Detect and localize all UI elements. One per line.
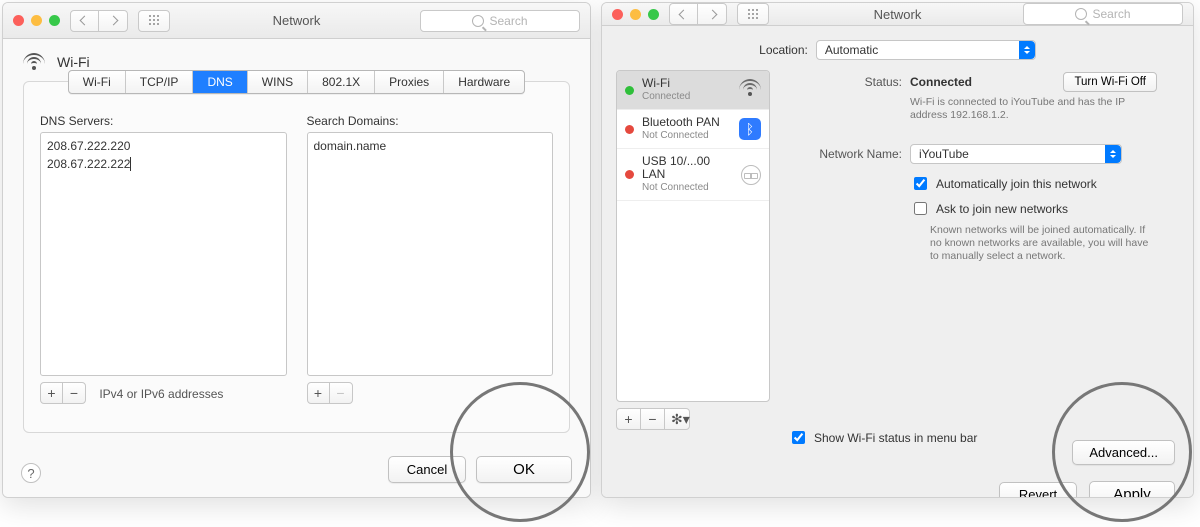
dns-hint: IPv4 or IPv6 addresses [99,387,223,401]
wifi-icon [739,79,761,101]
tab-wifi[interactable]: Wi-Fi [69,71,126,93]
tab-wins[interactable]: WINS [248,71,308,93]
status-dot-icon [625,86,634,95]
service-list[interactable]: Wi-FiConnectedBluetooth PANNot Connected… [616,70,770,402]
advanced-button[interactable]: Advanced... [1072,440,1175,465]
dns-add-remove: + − [40,382,86,404]
close-icon[interactable] [13,15,24,26]
sd-remove-button[interactable]: − [330,383,352,403]
service-name: Wi-Fi [642,77,731,90]
network-name-label: Network Name: [790,144,902,161]
ask-join-hint: Known networks will be joined automatica… [930,224,1157,263]
service-add-button[interactable]: + [617,409,641,429]
help-button[interactable]: ? [21,463,41,483]
zoom-icon[interactable] [49,15,60,26]
close-icon[interactable] [612,9,623,20]
search-placeholder: Search [489,14,527,28]
ask-join-label: Ask to join new networks [936,202,1068,216]
titlebar: Network Search [3,3,590,39]
service-status: Connected [642,90,731,103]
location-value: Automatic [825,43,878,57]
window-network-advanced: Network Search Wi-Fi Wi-FiTCP/IPDNSWINS8… [2,2,591,498]
search-domains-label: Search Domains: [307,114,554,128]
forward-button[interactable] [698,4,726,24]
minimize-icon[interactable] [31,15,42,26]
cancel-button[interactable]: Cancel [388,456,466,483]
turn-wifi-off-button[interactable]: Turn Wi-Fi Off [1063,72,1157,92]
window-controls [612,9,659,20]
search-icon [472,15,484,27]
wifi-icon [23,53,45,71]
titlebar: Network Search [602,3,1193,26]
ask-join-checkbox[interactable]: Ask to join new networks [910,199,1157,218]
show-menubar-label[interactable]: Show Wi-Fi status in menu bar [814,431,977,445]
sd-add-remove: + − [307,382,353,404]
tab-hardware[interactable]: Hardware [444,71,524,93]
nav-back-forward[interactable] [669,3,727,25]
ok-button[interactable]: OK [476,456,572,483]
service-item-usb-10-00-lan[interactable]: USB 10/...00 LANNot Connected [617,149,769,201]
location-popup[interactable]: Automatic [816,40,1036,60]
toolbar-search[interactable]: Search [1023,3,1183,25]
tab-tcpip[interactable]: TCP/IP [126,71,194,93]
dns-servers-list[interactable]: 208.67.222.220208.67.222.222 [40,132,287,376]
revert-button[interactable]: Revert [999,482,1077,498]
auto-join-checkbox[interactable]: Automatically join this network [910,174,1157,193]
window-network-main: Network Search Location: Automatic Wi-Fi… [601,2,1194,498]
status-label: Status: [790,72,902,89]
service-status: Not Connected [642,129,731,142]
service-status: Not Connected [642,181,733,194]
back-button[interactable] [71,11,99,31]
bluetooth-icon: ᛒ [739,118,761,140]
network-name-popup[interactable]: iYouTube [910,144,1122,164]
show-all-button[interactable] [138,10,170,32]
tab-8021x[interactable]: 802.1X [308,71,375,93]
minimize-icon[interactable] [630,9,641,20]
zoom-icon[interactable] [648,9,659,20]
status-dot-icon [625,125,634,134]
dns-server-row[interactable]: 208.67.222.220 [47,137,280,155]
search-placeholder: Search [1092,7,1130,21]
dns-add-button[interactable]: + [41,383,63,403]
advanced-panel: Wi-FiTCP/IPDNSWINS802.1XProxiesHardware … [23,81,570,433]
status-value: Connected [910,75,972,89]
network-name-value: iYouTube [919,147,969,161]
tab-dns[interactable]: DNS [193,71,247,93]
forward-button[interactable] [99,11,127,31]
back-button[interactable] [670,4,698,24]
nav-back-forward[interactable] [70,10,128,32]
chevron-updown-icon [1105,145,1121,163]
dns-server-row[interactable]: 208.67.222.222 [47,155,280,173]
auto-join-label: Automatically join this network [936,177,1097,191]
service-item-bluetooth-pan[interactable]: Bluetooth PANNot Connected ᛒ [617,110,769,149]
tab-proxies[interactable]: Proxies [375,71,444,93]
sd-add-button[interactable]: + [308,383,330,403]
service-list-actions: + − ✻▾ [616,408,690,430]
service-action-menu[interactable]: ✻▾ [665,409,689,429]
service-name: USB 10/...00 LAN [642,155,733,181]
search-icon [1075,8,1087,20]
toolbar-search[interactable]: Search [420,10,580,32]
service-item-wi-fi[interactable]: Wi-FiConnected [617,71,769,110]
dns-servers-label: DNS Servers: [40,114,287,128]
chevron-updown-icon [1019,41,1035,59]
window-controls [13,15,60,26]
location-label: Location: [759,43,808,57]
ethernet-icon [741,165,761,185]
status-dot-icon [625,170,634,179]
apply-button[interactable]: Apply [1089,481,1175,498]
advanced-tabs[interactable]: Wi-FiTCP/IPDNSWINS802.1XProxiesHardware [68,70,525,94]
search-domain-row[interactable]: domain.name [314,137,547,155]
service-remove-button[interactable]: − [641,409,665,429]
service-name: Bluetooth PAN [642,116,731,129]
search-domains-list[interactable]: domain.name [307,132,554,376]
service-detail: Status: Connected Turn Wi-Fi Off Wi-Fi i… [784,70,1179,430]
show-all-button[interactable] [737,3,769,25]
dns-remove-button[interactable]: − [63,383,85,403]
service-name-heading: Wi-Fi [57,54,90,70]
status-detail: Wi-Fi is connected to iYouTube and has t… [910,96,1130,122]
